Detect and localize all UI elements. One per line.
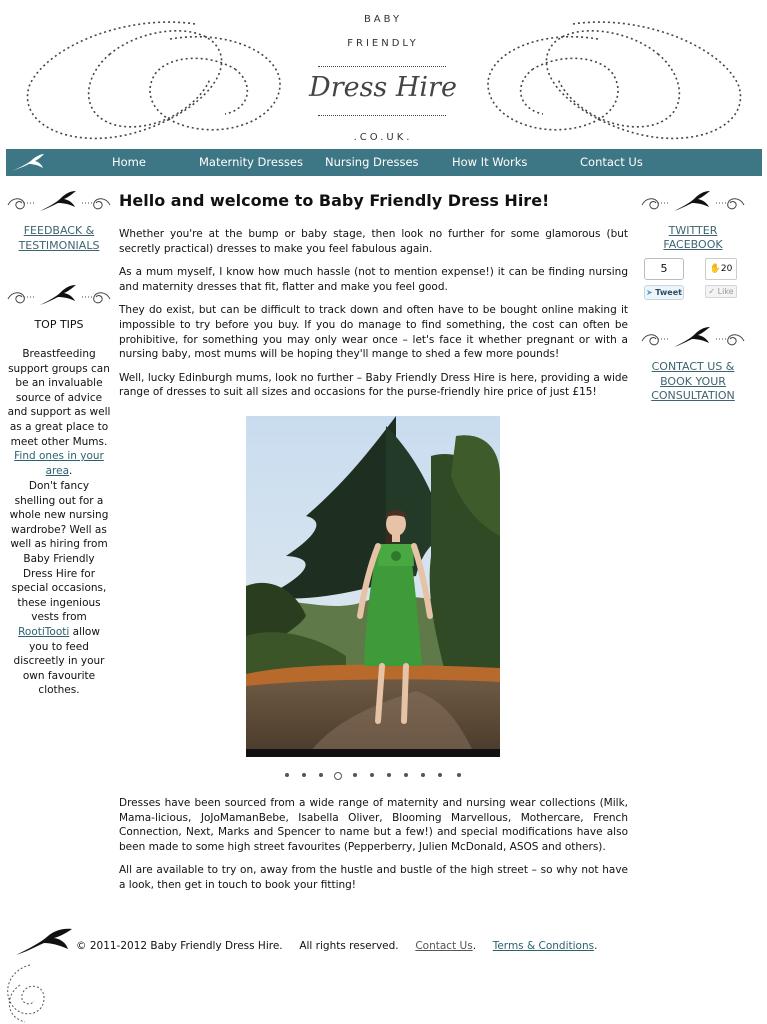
tweet-button-label: Tweet [655, 288, 682, 297]
top-tips-heading: TOP TIPS [34, 318, 84, 331]
difficulty-paragraph: They do exist, but can be difficult to t… [119, 304, 628, 361]
contact-book-line1: CONTACT US & [651, 360, 735, 373]
slide-dot[interactable] [457, 773, 461, 777]
tweet-button[interactable]: ➤ Tweet [644, 285, 684, 300]
site-header: BABY FRIENDLY Dress Hire .CO.UK. [0, 0, 767, 150]
logo-friendly: FRIENDLY [347, 38, 419, 49]
footer-period: . [594, 940, 598, 952]
slide-dot[interactable] [370, 773, 374, 777]
logo-baby: BABY [363, 14, 403, 25]
swallow-swirl-divider [7, 285, 111, 305]
footer-period: . [472, 940, 477, 952]
swallow-icon [12, 154, 44, 171]
nav-how-it-works[interactable]: How It Works [452, 149, 527, 176]
nav-contact-us[interactable]: Contact Us [580, 149, 643, 176]
slide-dot[interactable] [404, 773, 408, 777]
swirl-ornament-right [487, 21, 742, 140]
tip-rootitooti-text: Don't fancy shelling out for a whole new… [9, 480, 109, 624]
logo-divider [318, 66, 446, 67]
slide-dot[interactable] [353, 773, 357, 777]
main-content-lower: Dresses have been sourced from a wide ra… [119, 796, 628, 893]
rights-text: All rights reserved. [299, 940, 399, 952]
footer-swallow-ornament [7, 928, 72, 1023]
slide-dot[interactable] [438, 773, 442, 777]
edinburgh-paragraph: Well, lucky Edinburgh mums, look no furt… [119, 371, 628, 399]
tip-breastfeeding-text: Breastfeeding support groups can be an i… [7, 348, 111, 448]
main-content: Hello and welcome to Baby Friendly Dress… [119, 188, 628, 409]
main-nav: Home Maternity Dresses Nursing Dresses H… [6, 149, 762, 176]
slide-dot[interactable] [285, 773, 289, 777]
mum-paragraph: As a mum myself, I know how much hassle … [119, 266, 628, 293]
contact-book-line2: BOOK YOUR [660, 374, 726, 388]
try-on-paragraph: All are available to try on, away from t… [119, 864, 628, 891]
intro-paragraph: Whether you're at the bump or baby stage… [119, 228, 628, 255]
slide-dot[interactable] [387, 773, 391, 777]
swallow-swirl-divider [641, 327, 745, 347]
logo-dress-hire[interactable]: Dress Hire [300, 72, 466, 103]
tip-rootitooti: Don't fancy shelling out for a whole new… [7, 479, 111, 698]
thumbs-up-icon: ✋ [709, 264, 721, 274]
check-icon: ✓ [708, 287, 716, 296]
slideshow-image [246, 416, 500, 757]
swallow-swirl-divider [7, 191, 111, 211]
tip-breastfeeding: Breastfeeding support groups can be an i… [7, 348, 111, 477]
nav-home[interactable]: Home [112, 149, 146, 176]
contact-book-line3: CONSULTATION [651, 389, 735, 403]
feedback-link[interactable]: FEEDBACK & TESTIMONIALS [7, 224, 111, 253]
footer-terms-link[interactable]: Terms & Conditions [493, 940, 594, 952]
feedback-link-line2: TESTIMONIALS [18, 238, 100, 252]
like-count: 20 [720, 264, 733, 274]
rootitooti-link[interactable]: RootiTooti [18, 626, 69, 638]
nav-maternity-dresses[interactable]: Maternity Dresses [199, 149, 303, 176]
collections-paragraph: Dresses have been sourced from a wide ra… [119, 797, 628, 853]
tweet-count: 5 [644, 258, 684, 280]
footer: © 2011-2012 Baby Friendly Dress Hire. Al… [76, 940, 597, 952]
find-groups-link[interactable]: Find ones in your area [14, 450, 104, 477]
nav-nursing-dresses[interactable]: Nursing Dresses [325, 149, 419, 176]
like-button[interactable]: ✓ Like [705, 285, 737, 298]
slide-dot-active[interactable] [334, 772, 342, 780]
page-title: Hello and welcome to Baby Friendly Dress… [119, 191, 550, 210]
slide-dot[interactable] [302, 773, 306, 777]
slide-dot[interactable] [421, 773, 425, 777]
contact-book-link[interactable]: CONTACT US & BOOK YOUR CONSULTATION [640, 360, 746, 404]
like-widget[interactable]: ✋20 ✓ Like [705, 258, 737, 298]
logo-divider [318, 115, 446, 116]
facebook-link[interactable]: FACEBOOK [640, 238, 746, 253]
twitter-link[interactable]: TWITTER [640, 224, 746, 239]
tweet-widget[interactable]: 5 ➤ Tweet [644, 258, 684, 300]
like-count-box: ✋20 [705, 258, 737, 280]
copyright-text: © 2011-2012 Baby Friendly Dress Hire. [76, 940, 283, 952]
like-button-label: Like [717, 287, 734, 296]
twitter-bird-icon: ➤ [646, 288, 653, 297]
swallow-swirl-divider [641, 191, 745, 211]
slide-dot[interactable] [319, 773, 323, 777]
swirl-ornament-left [26, 21, 281, 140]
logo-domain: .CO.UK. [353, 132, 413, 143]
footer-contact-link[interactable]: Contact Us [415, 940, 472, 952]
feedback-link-line1: FEEDBACK & [23, 224, 95, 237]
